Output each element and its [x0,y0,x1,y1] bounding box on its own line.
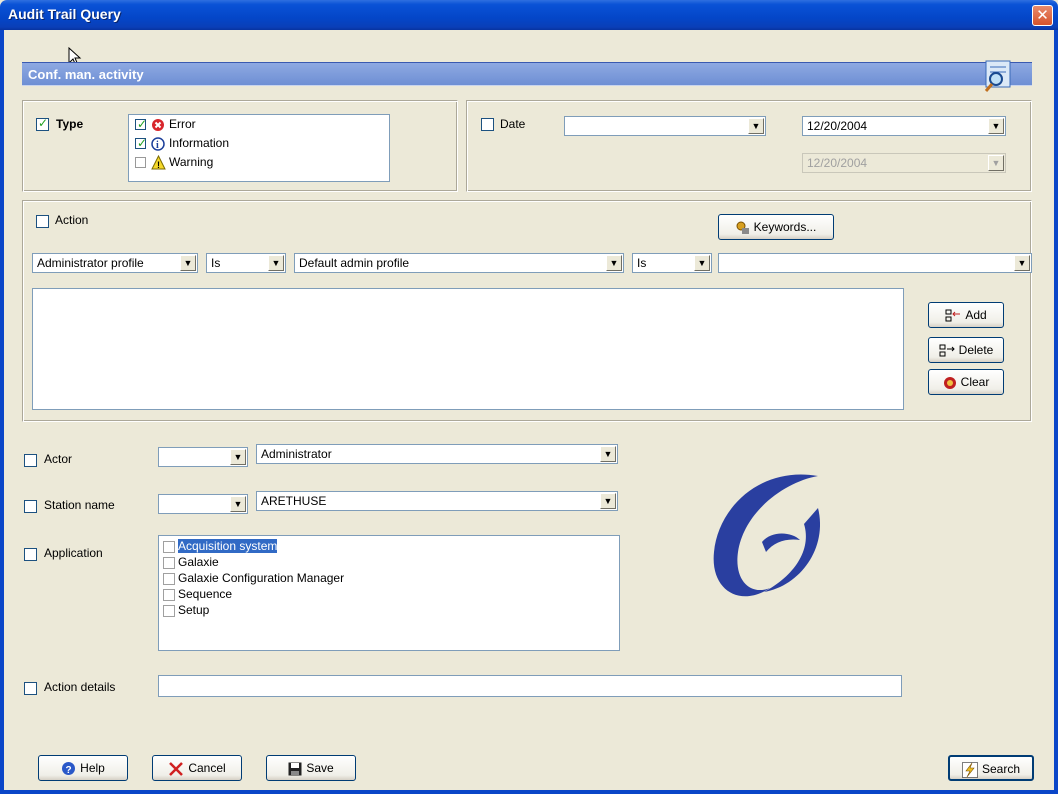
error-checkbox[interactable] [135,117,147,131]
station-operator-dropdown[interactable]: ▼ [158,494,248,514]
date-to-picker: 12/20/2004 ▼ [802,153,1006,173]
cancel-button[interactable]: Cancel [152,755,242,781]
add-icon [945,309,961,322]
chevron-down-icon: ▼ [600,446,616,462]
application-list[interactable]: Acquisition system Galaxie Galaxie Confi… [158,535,620,651]
action-value-dropdown[interactable]: Default admin profile ▼ [294,253,624,273]
title-bar: Audit Trail Query ✕ [0,0,1058,30]
chevron-down-icon: ▼ [230,449,246,465]
chevron-down-icon: ▼ [988,118,1004,134]
close-button[interactable]: ✕ [1032,5,1053,26]
date-label: Date [500,117,526,131]
action-details-checkbox[interactable] [24,682,37,695]
actor-label: Actor [44,452,73,466]
chevron-down-icon: ▼ [694,255,710,271]
application-checkbox[interactable] [24,548,37,561]
section-header: Conf. man. activity [22,62,1032,86]
list-item[interactable]: Galaxie [163,554,219,570]
list-item[interactable]: Setup [163,602,209,618]
actor-operator-dropdown[interactable]: ▼ [158,447,248,467]
action-operator-dropdown[interactable]: Is ▼ [206,253,286,273]
chevron-down-icon: ▼ [600,493,616,509]
type-checkbox[interactable] [36,116,49,131]
action-details-label: Action details [44,680,116,694]
action-value2-dropdown[interactable]: ▼ [718,253,1032,273]
warning-checkbox[interactable] [135,157,146,168]
date-group [466,100,1032,192]
svg-text:i: i [156,140,159,151]
action-field-dropdown[interactable]: Administrator profile ▼ [32,253,198,273]
action-conditions-list[interactable] [32,288,904,410]
list-item[interactable]: Galaxie Configuration Manager [163,570,344,586]
station-value-dropdown[interactable]: ARETHUSE ▼ [256,491,618,511]
search-button[interactable]: Search [948,755,1034,781]
warning-icon: ! [151,155,166,170]
save-button[interactable]: Save [266,755,356,781]
station-label: Station name [44,498,115,512]
action-details-input[interactable] [158,675,902,697]
action-operator2-dropdown[interactable]: Is ▼ [632,253,712,273]
information-checkbox[interactable] [135,136,147,150]
error-label: Error [169,117,196,131]
actor-checkbox[interactable] [24,454,37,467]
list-item[interactable]: Acquisition system [163,538,278,554]
action-label: Action [55,213,89,227]
help-button[interactable]: ? Help [38,755,128,781]
delete-button[interactable]: Delete [928,337,1004,363]
type-label: Type [56,117,84,131]
type-list: Error i Information ! Warning [128,114,390,182]
clear-button[interactable]: Clear [928,369,1004,395]
clear-icon [943,376,956,389]
chevron-down-icon: ▼ [606,255,622,271]
help-icon: ? [62,762,76,776]
add-button[interactable]: Add [928,302,1004,328]
cancel-icon [169,761,184,776]
save-icon [288,762,302,776]
lightning-icon [961,761,978,778]
window-title: Audit Trail Query [8,6,121,22]
svg-text:!: ! [157,160,160,170]
information-label: Information [169,136,230,150]
chevron-down-icon: ▼ [1014,255,1030,271]
station-checkbox[interactable] [24,500,37,513]
date-checkbox[interactable] [481,118,494,131]
error-icon [152,119,164,131]
chevron-down-icon: ▼ [988,155,1004,171]
chevron-down-icon: ▼ [230,496,246,512]
chevron-down-icon: ▼ [268,255,284,271]
information-icon: i [151,137,165,151]
keywords-icon [736,221,749,234]
date-from-picker[interactable]: 12/20/2004 ▼ [802,116,1006,136]
galaxie-logo [713,474,821,597]
keywords-button[interactable]: Keywords... [718,214,834,240]
application-label: Application [44,546,103,560]
delete-icon [939,344,955,357]
chevron-down-icon: ▼ [180,255,196,271]
list-item[interactable]: Sequence [163,586,232,602]
date-range-dropdown[interactable]: ▼ [564,116,766,136]
svg-text:?: ? [66,765,72,776]
action-checkbox[interactable] [36,215,49,228]
section-title: Conf. man. activity [28,67,144,82]
query-document-icon [984,60,1011,92]
warning-label: Warning [169,155,214,169]
actor-value-dropdown[interactable]: Administrator ▼ [256,444,618,464]
chevron-down-icon: ▼ [748,118,764,134]
